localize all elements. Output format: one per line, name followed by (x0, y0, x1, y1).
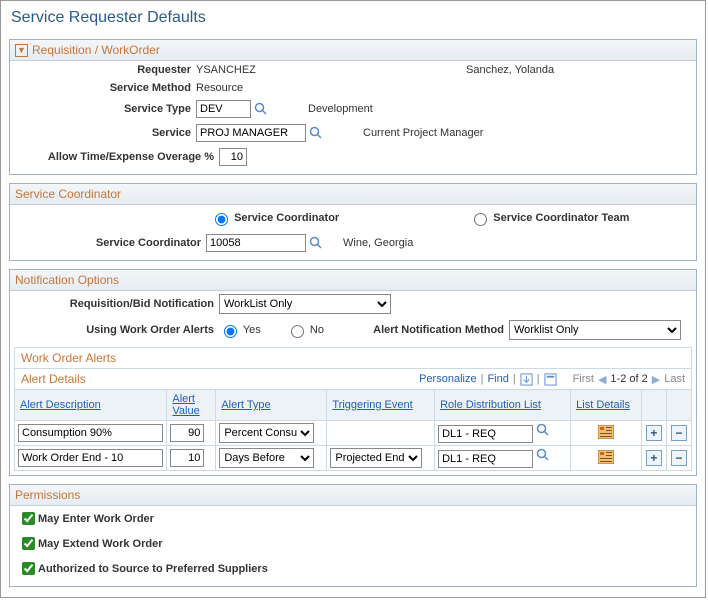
service-type-input[interactable] (196, 100, 251, 118)
wo-alerts-no-label[interactable]: No (286, 322, 324, 338)
alert-method-select[interactable]: Worklist Only (509, 320, 681, 340)
using-wo-alerts-label: Using Work Order Alerts (14, 324, 219, 336)
alerts-grid: Alert Description Alert Value Alert Type… (14, 389, 692, 471)
wo-alerts-no-radio[interactable] (291, 325, 304, 338)
coordinator-header: Service Coordinator (15, 187, 121, 201)
col-alert-desc[interactable]: Alert Description (15, 390, 167, 421)
alert-details-title: Alert Details (21, 372, 86, 386)
role-dist-input[interactable] (438, 450, 533, 468)
alert-type-select[interactable]: Percent Consumed (219, 423, 314, 443)
requisition-groupbox: ▼ Requisition / WorkOrder Requester YSAN… (9, 39, 697, 175)
lookup-icon[interactable] (309, 126, 323, 140)
service-type-desc: Development (308, 103, 373, 115)
first-nav[interactable]: First (573, 373, 594, 385)
coord-input[interactable] (206, 234, 306, 252)
coord-radio1[interactable] (215, 213, 228, 226)
delete-row-button[interactable]: − (671, 425, 687, 441)
next-icon[interactable]: ▶ (652, 373, 660, 386)
coord-radio1-label[interactable]: Service Coordinator (210, 210, 339, 226)
wo-alerts-header: Work Order Alerts (14, 347, 692, 369)
lookup-icon[interactable] (536, 448, 550, 462)
triggering-event-select[interactable]: Projected End (330, 448, 422, 468)
lookup-icon[interactable] (309, 236, 323, 250)
service-input[interactable] (196, 124, 306, 142)
page-title: Service Requester Defaults (3, 3, 703, 35)
requester-id-text: YSANCHEZ (196, 64, 356, 76)
delete-row-button[interactable]: − (671, 450, 687, 466)
service-type-label: Service Type (14, 103, 196, 115)
prev-icon[interactable]: ◀ (598, 373, 606, 386)
overage-label: Allow Time/Expense Overage % (14, 151, 219, 163)
lookup-icon[interactable] (254, 102, 268, 116)
coord-radio2-label[interactable]: Service Coordinator Team (469, 210, 629, 226)
coordinator-groupbox: Service Coordinator Service Coordinator … (9, 183, 697, 261)
may-enter-label: May Enter Work Order (38, 513, 154, 525)
may-extend-checkbox[interactable] (22, 537, 35, 550)
notifications-groupbox: Notification Options Requisition/Bid Not… (9, 269, 697, 476)
alert-desc-input[interactable] (18, 424, 163, 442)
range-text: 1-2 of 2 (610, 373, 647, 385)
collapse-toggle-icon[interactable]: ▼ (15, 44, 28, 57)
col-alert-type[interactable]: Alert Type (216, 390, 327, 421)
alert-value-input[interactable] (170, 424, 204, 442)
wo-alerts-yes-radio[interactable] (224, 325, 237, 338)
col-alert-value[interactable]: Alert Value (167, 390, 216, 421)
wo-alerts-yes-label[interactable]: Yes (219, 322, 261, 338)
table-row: Days Before Projected End +− (15, 446, 692, 471)
requester-name-text: Sanchez, Yolanda (466, 64, 554, 76)
lookup-icon[interactable] (536, 423, 550, 437)
coord-radio2[interactable] (474, 213, 487, 226)
role-dist-input[interactable] (438, 425, 533, 443)
coord-name: Wine, Georgia (343, 237, 413, 249)
col-list-details[interactable]: List Details (571, 390, 642, 421)
may-enter-checkbox[interactable] (22, 512, 35, 525)
authorized-checkbox[interactable] (22, 562, 35, 575)
alert-value-input[interactable] (170, 449, 204, 467)
last-nav[interactable]: Last (664, 373, 685, 385)
col-triggering-event[interactable]: Triggering Event (327, 390, 435, 421)
alert-type-select[interactable]: Days Before (219, 448, 314, 468)
table-row: Percent Consumed +− (15, 421, 692, 446)
coord-label: Service Coordinator (14, 237, 206, 249)
personalize-link[interactable]: Personalize (419, 373, 476, 385)
add-row-button[interactable]: + (646, 450, 662, 466)
permissions-groupbox: Permissions May Enter Work Order May Ext… (9, 484, 697, 587)
list-details-icon[interactable] (598, 430, 614, 442)
find-link[interactable]: Find (487, 373, 508, 385)
service-method-label: Service Method (14, 82, 196, 94)
col-role-dist[interactable]: Role Distribution List (435, 390, 571, 421)
authorized-label: Authorized to Source to Preferred Suppli… (38, 563, 268, 575)
service-method-value: Resource (196, 82, 243, 94)
requester-label: Requester (14, 64, 196, 76)
may-extend-label: May Extend Work Order (38, 538, 163, 550)
alert-method-label: Alert Notification Method (339, 324, 509, 336)
alert-desc-input[interactable] (18, 449, 163, 467)
overage-input[interactable] (219, 148, 247, 166)
zoom-icon[interactable] (544, 373, 557, 386)
add-row-button[interactable]: + (646, 425, 662, 441)
requisition-header: Requisition / WorkOrder (32, 43, 160, 57)
service-desc: Current Project Manager (363, 127, 483, 139)
notifications-header: Notification Options (15, 273, 119, 287)
download-icon[interactable] (520, 373, 533, 386)
list-details-icon[interactable] (598, 455, 614, 467)
req-bid-label: Requisition/Bid Notification (14, 298, 219, 310)
service-label: Service (14, 127, 196, 139)
permissions-header: Permissions (15, 488, 80, 502)
req-bid-select[interactable]: WorkList Only (219, 294, 391, 314)
